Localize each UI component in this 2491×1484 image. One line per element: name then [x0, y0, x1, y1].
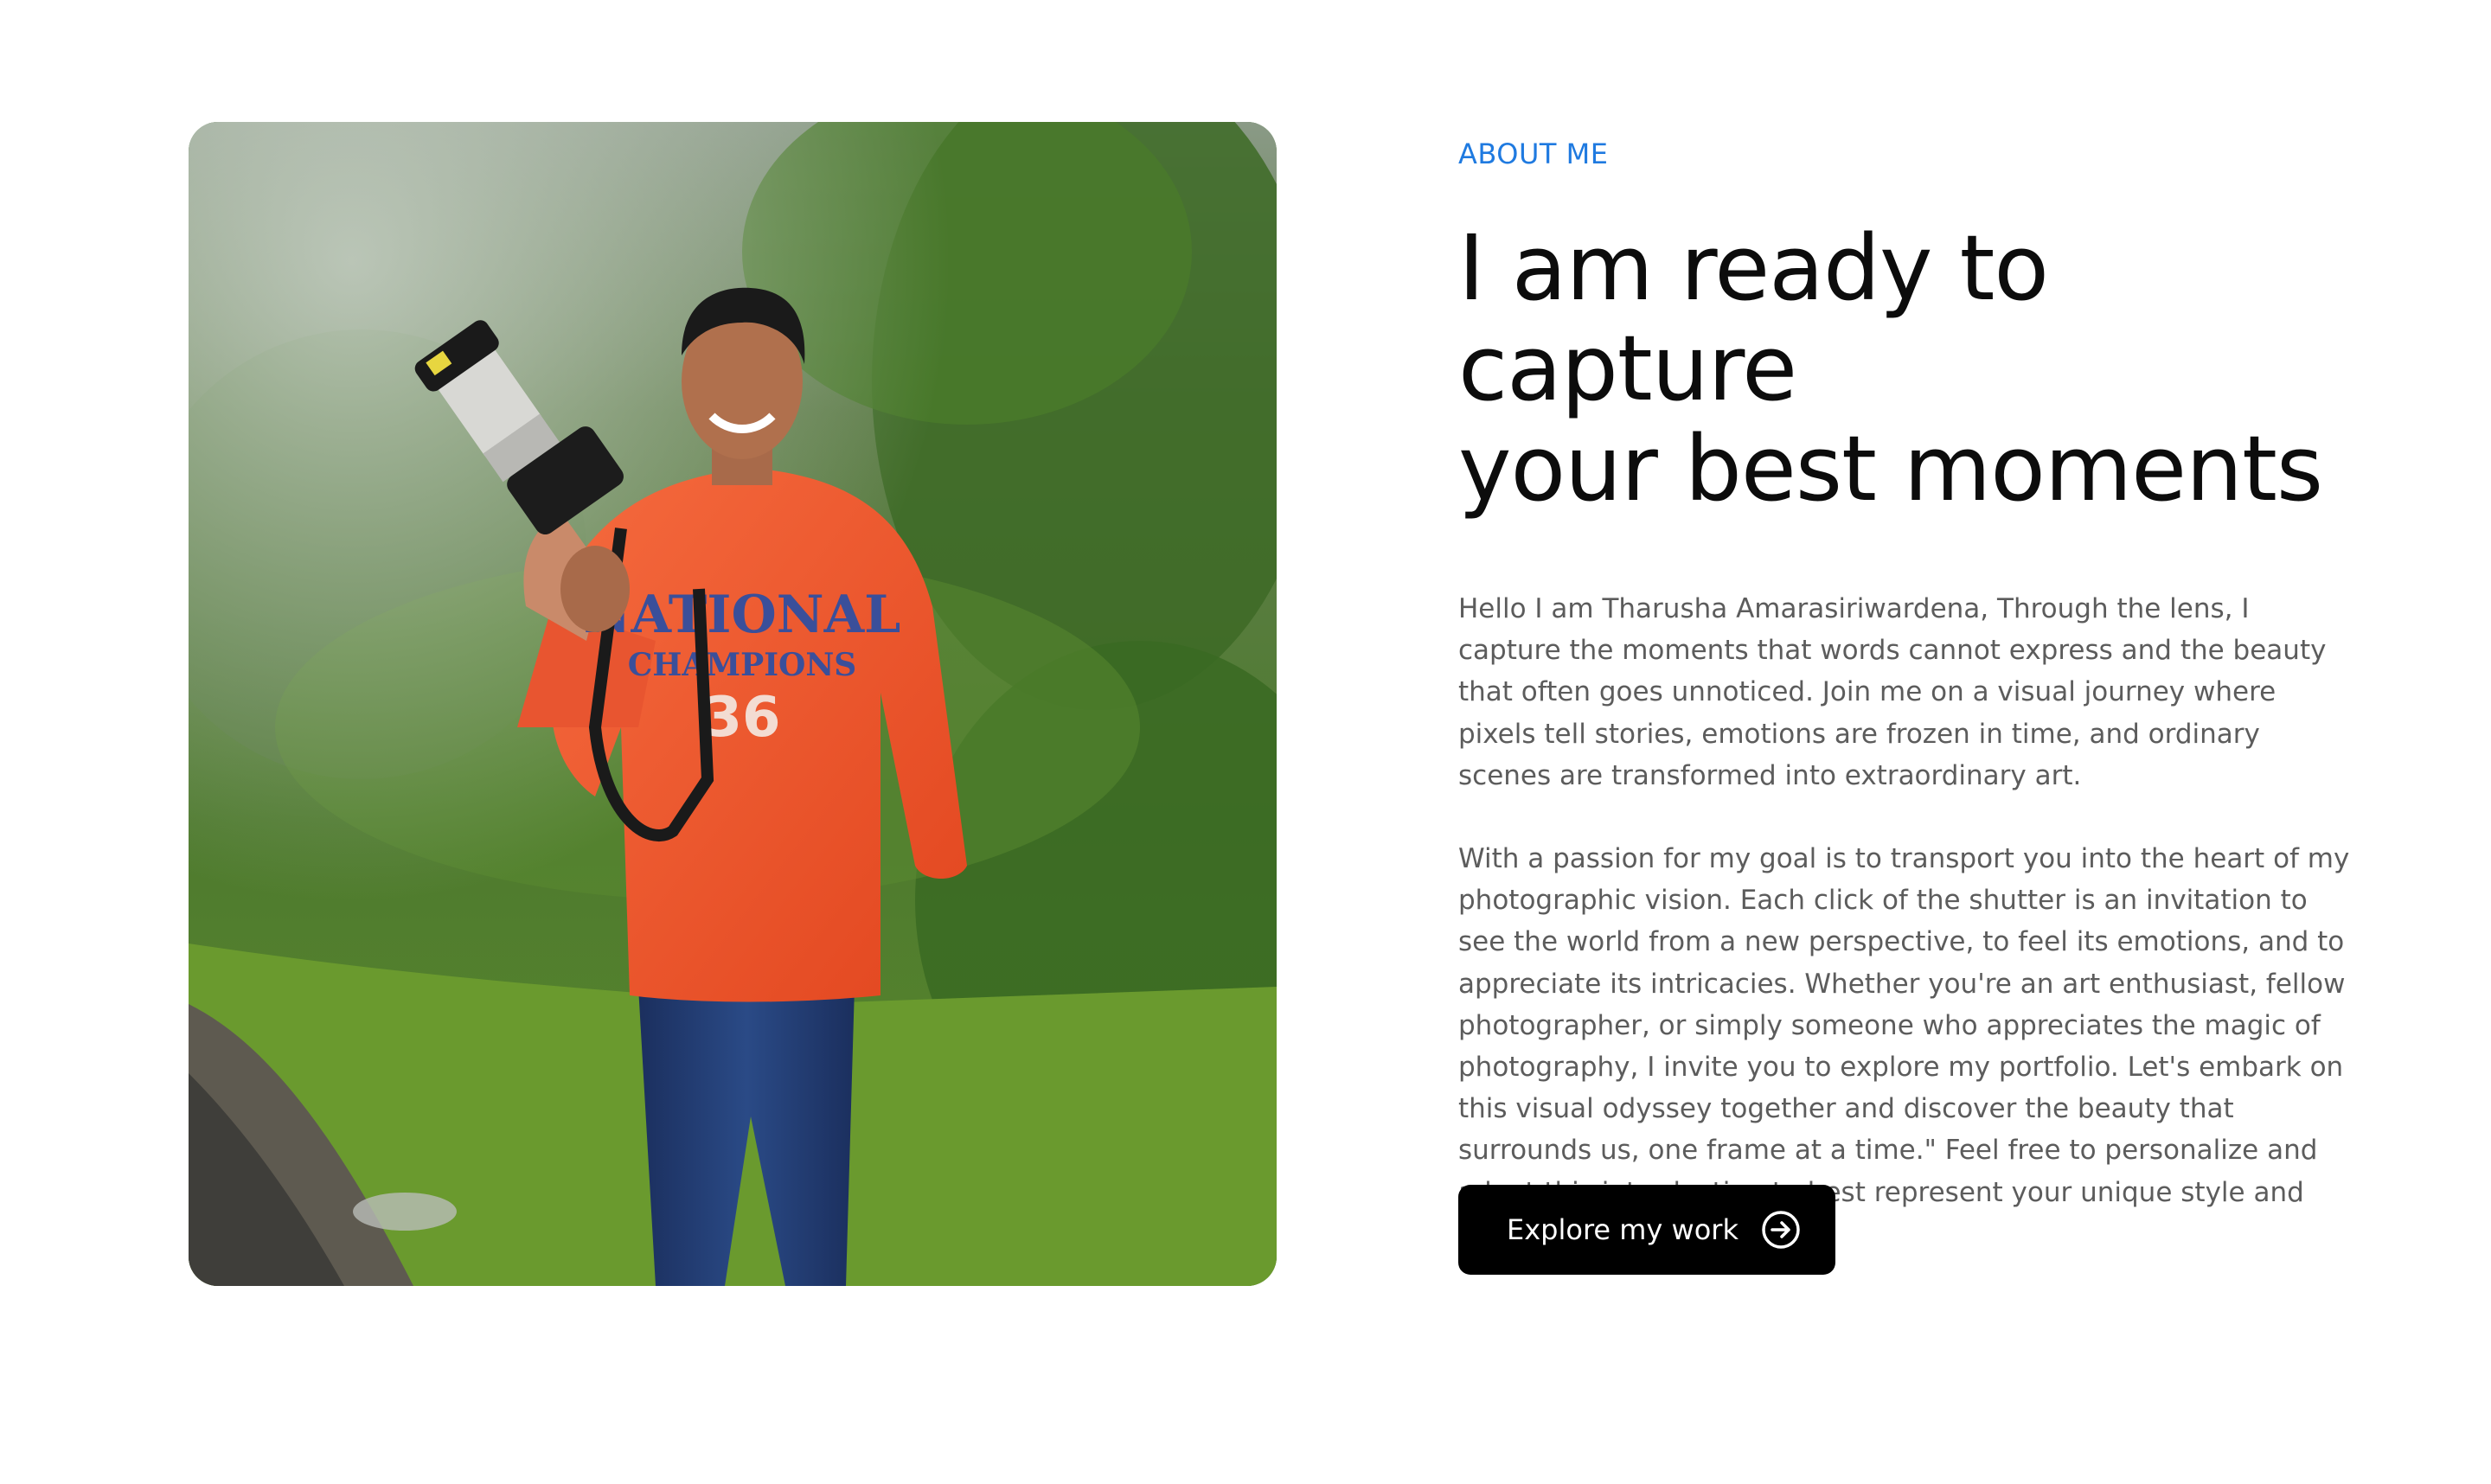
headline-line-1: I am ready to capture: [1458, 215, 2049, 421]
section-eyebrow: ABOUT ME: [1458, 138, 1609, 170]
profile-photo: NATIONAL CHAMPIONS 36: [189, 122, 1277, 1286]
explore-work-label: Explore my work: [1507, 1213, 1739, 1246]
about-text: ABOUT ME I am ready to capture your best…: [1458, 130, 2358, 1255]
intro-paragraph: Hello I am Tharusha Amarasiriwardena, Th…: [1458, 593, 2327, 791]
headline-line-2: your best moments: [1458, 416, 2323, 521]
hoodie-text-line2: CHAMPIONS: [628, 647, 857, 683]
explore-work-button[interactable]: Explore my work: [1458, 1185, 1835, 1275]
arrow-right-circle-icon: [1761, 1210, 1801, 1250]
hoodie-number: 36: [703, 686, 780, 750]
about-section: NATIONAL CHAMPIONS 36 ABOUT ME I am read…: [0, 0, 2491, 1484]
hoodie-text-line1: NATIONAL: [584, 585, 901, 645]
page-title: I am ready to capture your best moments: [1458, 218, 2358, 519]
